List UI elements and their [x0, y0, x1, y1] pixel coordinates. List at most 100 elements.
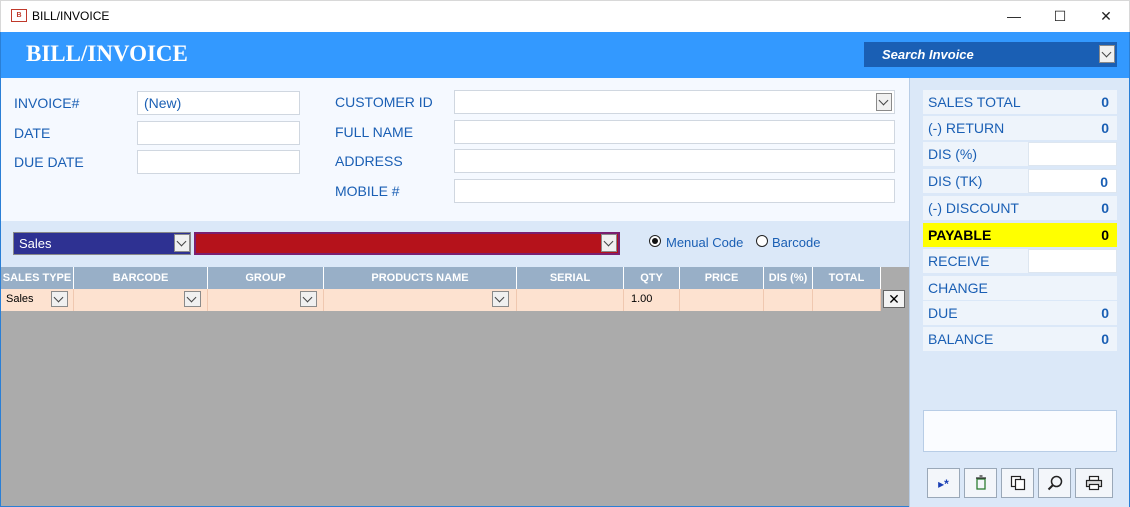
column-header-price[interactable]: PRICE: [680, 267, 764, 289]
page-title: BILL/INVOICE: [26, 41, 188, 66]
full-name-field[interactable]: [454, 120, 895, 144]
barcode-radio[interactable]: [756, 235, 768, 247]
row-qty-cell[interactable]: 1.00: [624, 289, 680, 311]
return-label: (-) RETURN: [928, 120, 1005, 136]
product-dropdown[interactable]: [194, 232, 620, 255]
sales-total-value: 0: [1101, 94, 1109, 110]
grid-header: SALES TYPE BARCODE GROUP PRODUCTS NAME S…: [1, 267, 881, 289]
manual-code-radio[interactable]: [649, 235, 661, 247]
search-invoice-placeholder: Search Invoice: [882, 47, 974, 62]
receive-field[interactable]: [1028, 249, 1117, 273]
new-record-button[interactable]: ▸*: [927, 468, 960, 498]
date-field[interactable]: [137, 121, 300, 145]
row-sales-type-value: Sales: [6, 293, 34, 305]
due-date-field[interactable]: [137, 150, 300, 174]
dis-tk-field[interactable]: 0: [1028, 169, 1117, 193]
discount-value: 0: [1101, 200, 1109, 216]
return-row: (-) RETURN 0: [923, 116, 1117, 140]
column-header-total[interactable]: TOTAL: [813, 267, 881, 289]
customer-id-dropdown[interactable]: [454, 90, 895, 114]
product-chevron-icon[interactable]: [601, 234, 617, 252]
barcode-label[interactable]: Barcode: [772, 235, 820, 250]
column-header-products-name[interactable]: PRODUCTS NAME: [324, 267, 517, 289]
row-dis-cell[interactable]: [764, 289, 813, 311]
row-sales-type-chevron-icon[interactable]: [51, 291, 68, 307]
discount-row: (-) DISCOUNT 0: [923, 196, 1117, 220]
balance-value: 0: [1101, 331, 1109, 347]
summary-panel: SALES TOTAL 0 (-) RETURN 0 DIS (%) DIS (…: [909, 78, 1130, 507]
customer-id-label: CUSTOMER ID: [335, 94, 433, 110]
column-header-sales-type[interactable]: SALES TYPE: [1, 267, 74, 289]
due-value: 0: [1101, 305, 1109, 321]
table-row[interactable]: Sales 1.00: [1, 289, 881, 311]
payable-row: PAYABLE 0: [923, 223, 1117, 247]
due-row: DUE 0: [923, 301, 1117, 325]
search-button[interactable]: [1038, 468, 1071, 498]
due-label: DUE: [928, 305, 958, 321]
date-label: DATE: [14, 125, 51, 141]
row-qty-value: 1.00: [631, 293, 653, 305]
notes-memo[interactable]: [923, 410, 1117, 452]
copy-icon: [1010, 475, 1025, 491]
close-button[interactable]: ✕: [1083, 3, 1129, 29]
sales-type-value: Sales: [19, 236, 52, 251]
invoice-form: INVOICE# (New) DATE DUE DATE CUSTOMER ID…: [0, 78, 909, 221]
column-header-barcode[interactable]: BARCODE: [74, 267, 208, 289]
delete-row-button[interactable]: ✕: [883, 290, 905, 308]
sales-type-dropdown[interactable]: Sales: [13, 232, 191, 255]
due-date-label: DUE DATE: [14, 154, 84, 170]
invoice-number-label: INVOICE#: [14, 95, 80, 111]
new-record-icon: ▸*: [938, 477, 949, 491]
window-titlebar: B BILL/INVOICE — ☐ ✕: [0, 0, 1130, 32]
customer-id-chevron-icon[interactable]: [876, 93, 892, 111]
row-product-cell[interactable]: [324, 289, 517, 311]
row-barcode-cell[interactable]: [74, 289, 208, 311]
print-button[interactable]: [1075, 468, 1113, 498]
receive-row: RECEIVE: [923, 249, 1117, 273]
row-price-cell[interactable]: [680, 289, 764, 311]
invoice-number-field[interactable]: (New): [137, 91, 300, 115]
payable-label: PAYABLE: [928, 227, 992, 243]
minimize-button[interactable]: —: [991, 3, 1037, 29]
printer-icon: [1085, 475, 1103, 491]
maximize-button[interactable]: ☐: [1037, 3, 1083, 29]
copy-button[interactable]: [1001, 468, 1034, 498]
row-group-cell[interactable]: [208, 289, 324, 311]
row-sales-type-cell[interactable]: Sales: [1, 289, 74, 311]
change-row: CHANGE: [923, 276, 1117, 300]
window-title: BILL/INVOICE: [32, 9, 110, 23]
discount-label: (-) DISCOUNT: [928, 200, 1019, 216]
search-invoice-dropdown[interactable]: Search Invoice: [864, 42, 1117, 67]
mobile-label: MOBILE #: [335, 183, 400, 199]
search-invoice-chevron-icon[interactable]: [1099, 45, 1115, 63]
dis-pct-field[interactable]: [1028, 142, 1117, 166]
row-serial-cell[interactable]: [517, 289, 624, 311]
address-field[interactable]: [454, 149, 895, 173]
row-product-chevron-icon[interactable]: [492, 291, 509, 307]
payable-value: 0: [1101, 227, 1109, 243]
sales-total-label: SALES TOTAL: [928, 94, 1021, 110]
sales-type-chevron-icon[interactable]: [174, 234, 190, 252]
address-label: ADDRESS: [335, 153, 403, 169]
mobile-field[interactable]: [454, 179, 895, 203]
row-total-cell[interactable]: [813, 289, 881, 311]
manual-code-label[interactable]: Menual Code: [666, 235, 743, 250]
delete-invoice-button[interactable]: [964, 468, 997, 498]
column-header-qty[interactable]: QTY: [624, 267, 680, 289]
page-header: BILL/INVOICE Search Invoice: [0, 32, 1130, 78]
dis-tk-value: 0: [1100, 174, 1108, 190]
app-logo-icon: B: [11, 9, 27, 22]
return-value: 0: [1101, 120, 1109, 136]
action-toolbar: ▸*: [923, 464, 1117, 504]
product-selector-bar: Sales Menual Code Barcode: [0, 221, 909, 267]
dis-pct-row: DIS (%): [923, 142, 1117, 166]
column-header-serial[interactable]: SERIAL: [517, 267, 624, 289]
change-label: CHANGE: [928, 280, 988, 296]
row-barcode-chevron-icon[interactable]: [184, 291, 201, 307]
row-group-chevron-icon[interactable]: [300, 291, 317, 307]
column-header-group[interactable]: GROUP: [208, 267, 324, 289]
column-header-dis-pct[interactable]: DIS (%): [764, 267, 813, 289]
recycle-bin-icon: [975, 475, 986, 490]
balance-row: BALANCE 0: [923, 327, 1117, 351]
sales-total-row: SALES TOTAL 0: [923, 90, 1117, 114]
